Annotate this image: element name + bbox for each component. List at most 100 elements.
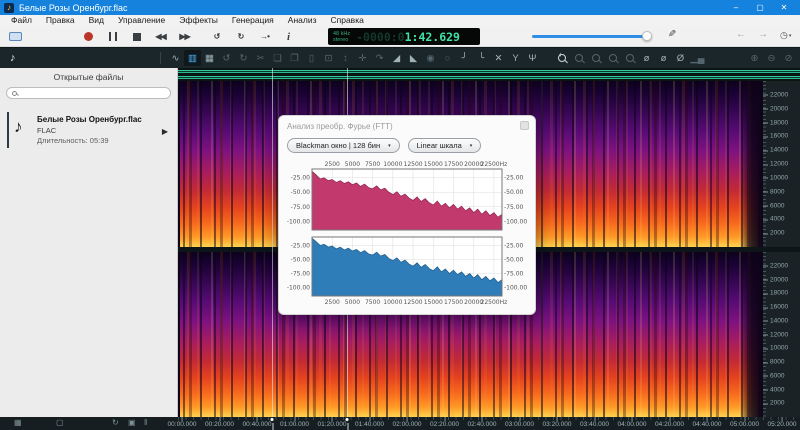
ruler-zoom-out-icon[interactable]: ⊖ bbox=[763, 50, 780, 66]
title-bar: ♪ Белые Розы Оренбург.flac – ▢ ✕ bbox=[0, 0, 800, 15]
normalize-button[interactable]: ◉ bbox=[422, 50, 439, 66]
record-button[interactable] bbox=[81, 26, 96, 47]
curve-out-tool-button[interactable]: ╰ bbox=[473, 50, 490, 66]
volume-slider[interactable] bbox=[532, 35, 650, 38]
selection-box-button[interactable] bbox=[8, 26, 23, 47]
play-file-button[interactable]: ▶ bbox=[162, 127, 168, 136]
ocenaudio-window: ♪ Белые Розы Оренбург.flac – ▢ ✕ ФайлПра… bbox=[0, 0, 800, 430]
stop-button[interactable] bbox=[129, 26, 144, 47]
menu-item-5[interactable]: Эффекты bbox=[172, 15, 225, 26]
trim-button[interactable]: ⊡ bbox=[320, 50, 337, 66]
waveform-view-button[interactable]: ∿ bbox=[167, 50, 184, 66]
pause-button[interactable] bbox=[105, 26, 120, 47]
freq-label: 12000 bbox=[770, 331, 788, 338]
time-display: 48 kHz stereo -0000:01:42.629 bbox=[328, 28, 480, 45]
svg-text:-50.00: -50.00 bbox=[291, 189, 311, 196]
spin-tool-button[interactable]: ↷ bbox=[371, 50, 388, 66]
menu-item-6[interactable]: Генерация bbox=[225, 15, 281, 26]
frequency-ruler-left: 2200020000180001600014000120001000080006… bbox=[763, 81, 800, 247]
redo-button[interactable]: ↻ bbox=[235, 50, 252, 66]
freq-label: 2000 bbox=[770, 230, 784, 237]
file-list-item[interactable]: ♪ Белые Розы Оренбург.flac FLAC Длительн… bbox=[0, 109, 177, 151]
close-button[interactable]: ✕ bbox=[772, 0, 796, 15]
menu-item-8[interactable]: Справка bbox=[323, 15, 370, 26]
merge-tool-button[interactable]: Ψ bbox=[524, 50, 541, 66]
menu-item-3[interactable]: Вид bbox=[82, 15, 111, 26]
y-split-tool-button[interactable]: Y bbox=[507, 50, 524, 66]
zoom-out-icon bbox=[575, 54, 583, 62]
loop-playback-button[interactable]: ↺ bbox=[209, 26, 224, 47]
circle-tool-button[interactable]: ○ bbox=[439, 50, 456, 66]
pen-icon[interactable]: ✎ bbox=[668, 29, 676, 40]
svg-text:10000: 10000 bbox=[383, 299, 402, 306]
undo-button[interactable]: ↺ bbox=[218, 50, 235, 66]
copy-button[interactable]: ❏ bbox=[269, 50, 286, 66]
menu-item-4[interactable]: Управление bbox=[111, 15, 172, 26]
cross-tool-button[interactable]: ✕ bbox=[490, 50, 507, 66]
info-button[interactable]: i bbox=[281, 26, 296, 47]
edit-draw-button[interactable]: ø bbox=[655, 50, 672, 66]
dialog-detach-button[interactable] bbox=[520, 121, 529, 130]
zoom-out-button[interactable] bbox=[570, 50, 587, 66]
selection-marker[interactable] bbox=[345, 417, 350, 422]
scale-type-select[interactable]: Linear шкала ▾ bbox=[408, 138, 482, 153]
selection-marker[interactable] bbox=[270, 417, 275, 422]
svg-text:-100.00: -100.00 bbox=[287, 218, 310, 225]
skip-back-button[interactable]: ◀◀ bbox=[153, 26, 168, 47]
minimize-button[interactable]: – bbox=[724, 0, 748, 15]
pause-indicator-icon[interactable]: ‖ bbox=[144, 418, 147, 427]
freq-label: 10000 bbox=[770, 174, 788, 181]
edit-select-button[interactable]: ø bbox=[638, 50, 655, 66]
files-panel-note-icon[interactable]: ♪ bbox=[10, 52, 16, 64]
svg-text:12500: 12500 bbox=[404, 161, 423, 168]
time-label: 04:20.000 bbox=[655, 421, 684, 428]
svg-text:12500: 12500 bbox=[404, 299, 423, 306]
channel-mode-label: stereo bbox=[333, 37, 350, 43]
zoom-in-button[interactable] bbox=[553, 50, 570, 66]
zoom-vertical-button[interactable] bbox=[604, 50, 621, 66]
minimap-toggle-icon[interactable]: ▣ bbox=[128, 418, 136, 427]
music-note-icon: ♪ bbox=[14, 117, 23, 137]
curve-in-tool-button[interactable]: ╯ bbox=[456, 50, 473, 66]
loop-indicator-icon[interactable]: ↻ bbox=[112, 418, 119, 427]
selection-line[interactable] bbox=[272, 68, 273, 417]
fade-in-button[interactable]: ◢ bbox=[388, 50, 405, 66]
freq-label: 8000 bbox=[770, 359, 784, 366]
sample-rate-display: 48 kHz stereo bbox=[333, 31, 350, 43]
ruler-menu-icon[interactable]: ⊘ bbox=[780, 50, 797, 66]
paste-button[interactable]: ❐ bbox=[286, 50, 303, 66]
spectral-settings-button[interactable]: ▦ bbox=[201, 50, 218, 66]
levels-icon[interactable]: ▁▄ bbox=[689, 50, 706, 66]
ruler-zoom-in-icon[interactable]: ⊕ bbox=[746, 50, 763, 66]
goto-end-button[interactable]: →• bbox=[257, 26, 272, 47]
spectrogram-view-button[interactable]: ▥ bbox=[184, 50, 201, 66]
zoom-selection-button[interactable] bbox=[587, 50, 604, 66]
delete-button[interactable]: ▯ bbox=[303, 50, 320, 66]
nav-forward-icon[interactable]: → bbox=[758, 29, 768, 40]
timeline-ruler[interactable]: 00:00.00000:20.00000:40.00001:00.00001:2… bbox=[178, 417, 800, 430]
zoom-vertical-icon bbox=[609, 54, 617, 62]
menu-item-7[interactable]: Анализ bbox=[281, 15, 324, 26]
cut-button[interactable]: ✂ bbox=[252, 50, 269, 66]
skip-forward-button[interactable]: ▶▶ bbox=[177, 26, 192, 47]
time-format-dropdown[interactable]: ◷ ▾ bbox=[780, 30, 791, 41]
stop-icon bbox=[133, 33, 141, 41]
svg-text:15000: 15000 bbox=[424, 161, 443, 168]
compact-view-button[interactable]: ▢ bbox=[56, 418, 64, 427]
maximize-button[interactable]: ▢ bbox=[748, 0, 772, 15]
files-list-view-button[interactable]: ▦ bbox=[14, 418, 22, 427]
zoom-full-button[interactable] bbox=[621, 50, 638, 66]
edit-zero-button[interactable]: Ø bbox=[672, 50, 689, 66]
fade-out-button[interactable]: ◣ bbox=[405, 50, 422, 66]
fit-vertical-button[interactable]: ↕ bbox=[337, 50, 354, 66]
move-tool-button[interactable]: ✛ bbox=[354, 50, 371, 66]
volume-slider-thumb[interactable] bbox=[642, 31, 652, 41]
clock-icon: ◷ bbox=[780, 30, 788, 41]
window-type-select[interactable]: Blackman окно | 128 бин ▾ bbox=[287, 138, 400, 153]
menu-item-1[interactable]: Файл bbox=[4, 15, 39, 26]
zoom-full-icon bbox=[626, 54, 634, 62]
search-input[interactable] bbox=[20, 89, 165, 98]
nav-back-icon[interactable]: ← bbox=[736, 29, 746, 40]
menu-item-2[interactable]: Правка bbox=[39, 15, 82, 26]
repeat-button[interactable]: ↻ bbox=[233, 26, 248, 47]
